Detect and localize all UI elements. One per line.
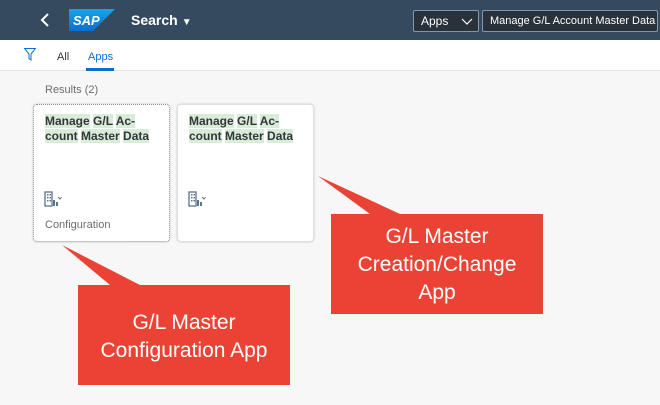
back-arrow-icon[interactable]	[36, 10, 56, 30]
callout-line: G/L Master	[132, 311, 236, 334]
caret-down-icon: ▼	[181, 17, 192, 28]
tile-title: Manage G/L Ac- count Master Data	[45, 114, 150, 143]
callout-line: Configuration App	[100, 339, 268, 362]
app-tile-manage[interactable]: Manage G/L Ac- count Master Data	[177, 104, 314, 242]
results-count: Results (2)	[45, 84, 99, 96]
tab-apps[interactable]: Apps	[88, 51, 113, 63]
app-tile-configuration[interactable]: Manage G/L Ac- count Master Data Configu…	[33, 104, 170, 242]
search-scope-select[interactable]: Apps	[413, 10, 479, 32]
chevron-down-icon	[461, 18, 473, 25]
search-scope-value: Apps	[421, 14, 449, 28]
active-tab-indicator	[86, 68, 114, 71]
tab-all[interactable]: All	[57, 51, 69, 63]
callout-arrow-configuration	[62, 245, 140, 285]
svg-text:SAP: SAP	[73, 13, 100, 28]
search-menu-button[interactable]: Search ▼	[131, 12, 192, 28]
search-title-label: Search	[131, 12, 178, 28]
building-chart-icon	[44, 191, 62, 207]
tile-title: Manage G/L Ac- count Master Data	[189, 114, 294, 143]
callout-arrow-creation	[318, 176, 400, 214]
callout-configuration: G/L Master Configuration App	[78, 285, 290, 385]
filter-icon[interactable]	[24, 48, 36, 61]
result-tabs-bar: All Apps	[0, 40, 660, 71]
shell-header: SAP Search ▼ Apps Manage G/L Account Mast…	[0, 0, 660, 40]
sap-logo[interactable]: SAP	[69, 9, 115, 31]
callout-creation-change: G/L Master Creation/Change App	[331, 214, 543, 314]
building-chart-icon	[188, 191, 206, 207]
callout-line: App	[418, 281, 456, 304]
tile-subtitle: Configuration	[45, 219, 111, 231]
callout-line: Creation/Change	[357, 253, 517, 276]
callout-line: G/L Master	[385, 225, 489, 248]
search-input[interactable]: Manage G/L Account Master Data	[482, 10, 658, 32]
